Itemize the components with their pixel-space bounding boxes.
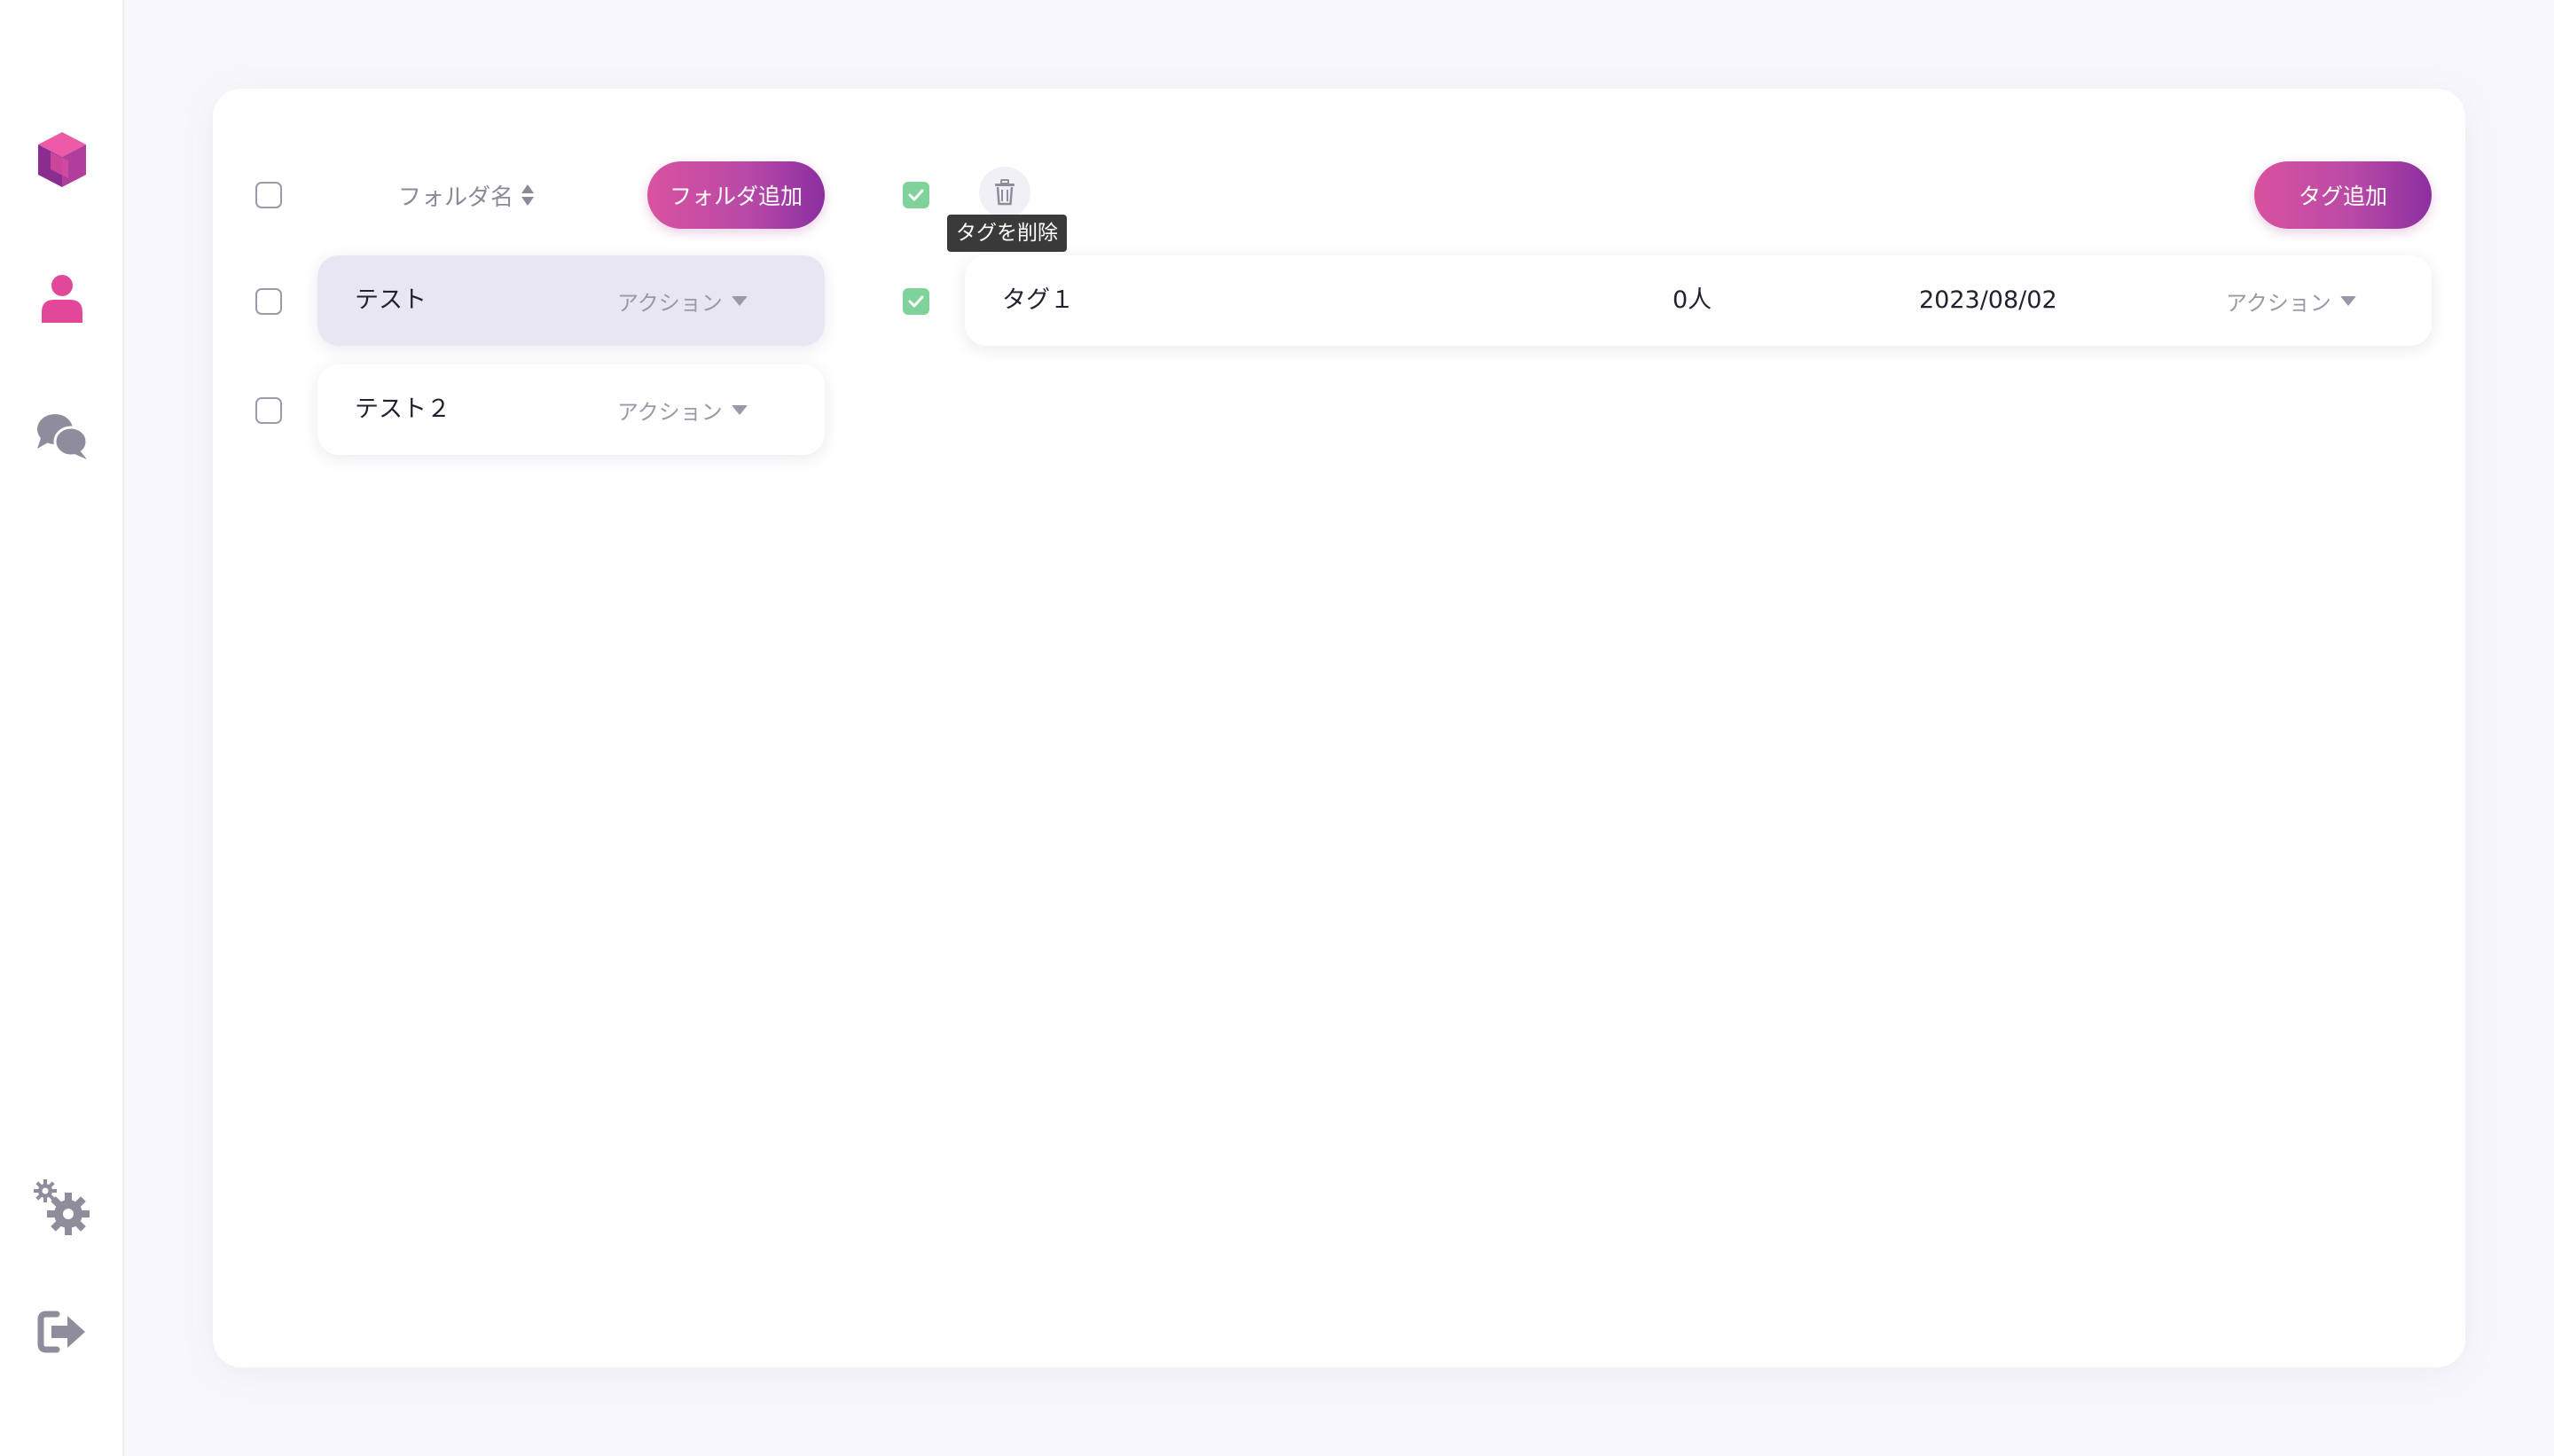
sidebar-item-logout[interactable]: [30, 1300, 94, 1364]
check-icon: [908, 295, 924, 308]
folder-name: テスト２: [355, 395, 450, 423]
action-label: アクション: [617, 290, 723, 316]
tag-row-checkbox[interactable]: [903, 288, 929, 315]
sidebar-item-chats[interactable]: [30, 404, 94, 468]
main-card: フォルダ名 フォルダ追加 テスト アクション テスト２ アクション タグを削除 …: [213, 89, 2465, 1367]
folder-row[interactable]: テスト２ アクション: [317, 364, 825, 455]
tag-select-all-checkbox[interactable]: [903, 182, 929, 208]
user-icon: [42, 275, 82, 323]
check-icon: [908, 189, 924, 201]
delete-tag-button[interactable]: [979, 167, 1030, 218]
action-label: アクション: [617, 399, 723, 425]
cube-logo-icon: [38, 132, 86, 187]
folder-name-header-label: フォルダ名: [397, 184, 513, 211]
folder-row-checkbox[interactable]: [255, 288, 282, 315]
tag-action-dropdown[interactable]: アクション: [2226, 283, 2356, 318]
sort-icon: [521, 184, 534, 206]
sidebar-item-settings[interactable]: [30, 1176, 94, 1240]
add-folder-button[interactable]: フォルダ追加: [647, 161, 825, 229]
add-tag-button[interactable]: タグ追加: [2254, 161, 2432, 229]
caret-down-icon: [731, 295, 748, 306]
folder-action-dropdown[interactable]: アクション: [617, 392, 748, 427]
app-logo[interactable]: [30, 128, 94, 192]
sidebar: [0, 0, 124, 1456]
tag-row[interactable]: タグ１ 0人 2023/08/02 アクション: [965, 255, 2432, 346]
action-label: アクション: [2226, 290, 2331, 316]
gears-icon: [34, 1179, 90, 1235]
sidebar-item-users[interactable]: [30, 266, 94, 330]
folder-name: テスト: [355, 286, 427, 314]
tag-member-count: 0人: [1673, 286, 1712, 314]
folder-name-sort-header[interactable]: フォルダ名: [396, 176, 537, 215]
sign-out-icon: [37, 1311, 85, 1353]
caret-down-icon: [731, 404, 748, 415]
folder-row-checkbox[interactable]: [255, 397, 282, 424]
folder-action-dropdown[interactable]: アクション: [617, 283, 748, 318]
folder-row[interactable]: テスト アクション: [317, 255, 825, 346]
delete-tag-tooltip: タグを削除: [947, 215, 1067, 252]
tag-created-date: 2023/08/02: [1919, 286, 2057, 314]
trash-icon: [995, 179, 1015, 206]
caret-down-icon: [2339, 295, 2356, 306]
chat-bubbles-icon: [37, 414, 89, 459]
tag-name: タグ１: [1002, 286, 1074, 314]
folder-select-all-checkbox[interactable]: [255, 182, 282, 208]
